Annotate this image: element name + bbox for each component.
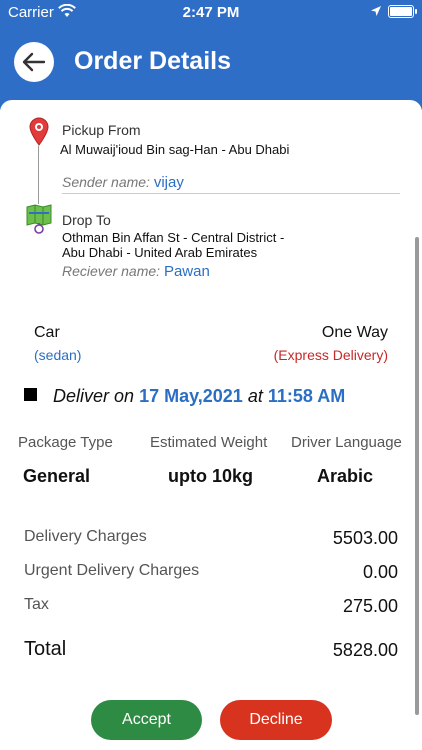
battery-icon [388,5,414,18]
pickup-address: Al Muwaij'ioud Bin sag-Han - Abu Dhabi [60,142,290,157]
battery-tip [415,9,417,14]
route-connector [38,146,39,204]
delivery-time: 11:58 AM [267,386,346,406]
vehicle-subtype: (sedan) [34,347,82,363]
total-value: 5828.00 [332,640,398,660]
receiver-name-row: Reciever name: Pawan [62,263,210,280]
divider [62,193,400,194]
arrow-left-icon [22,52,46,72]
receiver-name-label: Reciever name: [62,263,161,279]
deliver-prefix: Deliver on [53,386,135,406]
pickup-label: Pickup From [62,122,141,138]
urgent-charges-label: Urgent Delivery Charges [24,562,200,579]
package-type-value: General [23,466,91,486]
language-header: Driver Language [291,434,402,451]
trip-subtype: (Express Delivery) [273,347,388,363]
page-title: Order Details [74,47,232,75]
delivery-at: at [247,386,263,406]
urgent-charges-value: 0.00 [362,562,398,582]
sender-name-row: Sender name: vijay [62,174,184,191]
delivery-charges-label: Delivery Charges [24,528,147,545]
language-value: Arabic [317,466,374,486]
tax-value: 275.00 [342,596,398,616]
sender-name-value: vijay [153,174,184,191]
decline-button[interactable]: Decline [220,700,332,740]
total-label: Total [24,638,67,660]
weight-header: Estimated Weight [150,434,268,451]
location-arrow-icon [371,6,381,16]
scrollbar[interactable] [415,237,419,715]
trip-type: One Way [321,324,388,341]
sender-name-label: Sender name: [62,174,150,190]
receiver-name-value: Pawan [163,263,210,280]
package-type-header: Package Type [18,434,113,451]
delivery-charges-value: 5503.00 [332,528,398,548]
back-button[interactable] [14,42,54,82]
drop-address-line2: Abu Dhabi - United Arab Emirates [62,245,258,260]
delivery-schedule: Deliver on 17 May,2021 at 11:58 AM [24,386,345,407]
vehicle-type: Car [34,324,60,341]
accept-button[interactable]: Accept [91,700,202,740]
tax-label: Tax [24,596,49,613]
status-time: 2:47 PM [182,4,240,21]
location-pin-icon [29,117,49,146]
square-bullet-icon [24,388,37,401]
delivery-date: 17 May,2021 [139,386,243,406]
drop-label: Drop To [62,212,111,228]
weight-value: upto 10kg [168,466,254,486]
map-icon [26,204,52,234]
drop-address-line1: Othman Bin Affan St - Central District - [62,230,285,245]
status-bar: Carrier 2:47 PM [0,0,422,24]
